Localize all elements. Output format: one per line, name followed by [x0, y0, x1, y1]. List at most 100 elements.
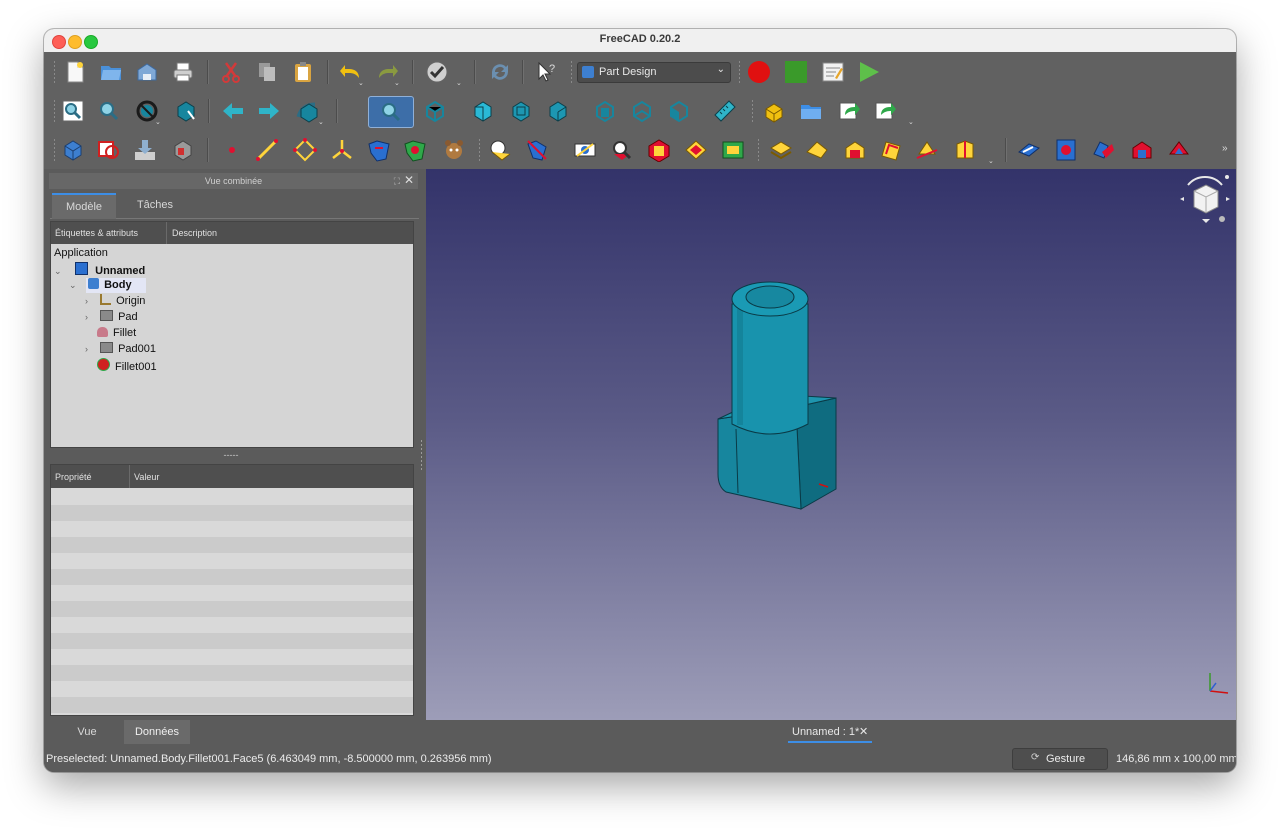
std-view-dropdown-icon[interactable]: ⌄: [318, 118, 324, 126]
datum-plane-icon[interactable]: [292, 137, 318, 163]
toolbar-grip[interactable]: [751, 99, 754, 123]
shape-binder-icon[interactable]: [170, 137, 196, 163]
top-view-icon[interactable]: [508, 98, 534, 124]
datum-point-icon[interactable]: [219, 137, 245, 163]
expand-arrow-icon[interactable]: ›: [85, 342, 97, 357]
shaft-wizard-icon[interactable]: [1166, 137, 1192, 163]
shape-string-icon[interactable]: [441, 137, 467, 163]
tab-view[interactable]: Vue: [62, 720, 112, 744]
macro-record-icon[interactable]: [746, 59, 772, 85]
recompute-check-icon[interactable]: [424, 59, 450, 85]
chamfer-tool-icon[interactable]: [804, 137, 830, 163]
open-folder-icon[interactable]: [98, 59, 124, 85]
additive-helix-icon[interactable]: [683, 137, 709, 163]
zoom-view-button[interactable]: [368, 96, 414, 128]
left-view-icon[interactable]: [666, 98, 692, 124]
refresh-icon[interactable]: [487, 59, 513, 85]
validate-sketch-icon[interactable]: [132, 137, 158, 163]
tree-item-fillet[interactable]: Fillet: [97, 326, 136, 341]
back-arrow-icon[interactable]: [220, 98, 246, 124]
navigation-cube[interactable]: [1178, 171, 1232, 227]
draw-style-dropdown-icon[interactable]: ⌄: [155, 118, 161, 126]
std-view-icon[interactable]: [294, 98, 320, 124]
undo-dropdown-icon[interactable]: ⌄: [358, 79, 364, 87]
linear-pattern-icon[interactable]: [952, 137, 978, 163]
fit-selection-icon[interactable]: [96, 98, 122, 124]
tab-data[interactable]: Données: [124, 720, 190, 746]
mirrored-icon[interactable]: [914, 137, 940, 163]
tab-tasks[interactable]: Tâches: [122, 193, 188, 217]
additive-loft-icon[interactable]: [609, 137, 635, 163]
sprocket-icon[interactable]: [1091, 137, 1117, 163]
fillet-tool-icon[interactable]: [768, 137, 794, 163]
close-panel-icon[interactable]: ✕: [404, 172, 414, 188]
forward-arrow-icon[interactable]: [256, 98, 282, 124]
redo-dropdown-icon[interactable]: ⌄: [394, 79, 400, 87]
groove-icon[interactable]: [524, 137, 550, 163]
3d-viewport[interactable]: [426, 169, 1236, 720]
macro-stop-icon[interactable]: [783, 59, 809, 85]
whats-this-icon[interactable]: ?: [534, 59, 560, 85]
link-actions-icon[interactable]: [872, 98, 898, 124]
subtractive-loft-icon[interactable]: [720, 137, 746, 163]
bounding-box-icon[interactable]: [173, 98, 199, 124]
right-view-icon[interactable]: [545, 98, 571, 124]
toolbar-grip[interactable]: [478, 138, 481, 162]
toolbar-grip[interactable]: [570, 60, 573, 84]
tree-item-fillet001[interactable]: Fillet001: [97, 358, 157, 373]
pocket-feature-icon[interactable]: [402, 137, 428, 163]
paste-icon[interactable]: [290, 59, 316, 85]
involute-gear-icon[interactable]: [1129, 137, 1155, 163]
bottom-view-icon[interactable]: [629, 98, 655, 124]
toolbar-grip[interactable]: [53, 60, 56, 84]
create-link-icon[interactable]: [836, 98, 862, 124]
float-panel-icon[interactable]: ⛶: [394, 173, 400, 189]
toolbar-grip[interactable]: [53, 138, 56, 162]
measure-distance-icon[interactable]: [712, 98, 738, 124]
recompute-dropdown-icon[interactable]: ⌄: [456, 79, 462, 87]
toolbar-grip[interactable]: [738, 60, 741, 84]
macro-execute-icon[interactable]: [856, 59, 882, 85]
vertical-splitter-handle[interactable]: [420, 439, 423, 471]
tab-model[interactable]: Modèle: [52, 193, 116, 219]
create-part-icon[interactable]: [761, 98, 787, 124]
pattern-dropdown-icon[interactable]: ⌄: [988, 157, 994, 165]
panel-splitter[interactable]: -----: [50, 449, 412, 461]
create-sketch-icon[interactable]: [96, 137, 122, 163]
new-document-icon[interactable]: [62, 59, 88, 85]
3d-model-canvas[interactable]: [426, 169, 1236, 720]
collapse-arrow-icon[interactable]: ⌄: [69, 278, 83, 293]
rear-view-icon[interactable]: [592, 98, 618, 124]
tree-item-body[interactable]: ⌄ Body: [69, 278, 146, 293]
copy-icon[interactable]: [254, 59, 280, 85]
fit-all-icon[interactable]: [60, 98, 86, 124]
cut-icon[interactable]: [218, 59, 244, 85]
isometric-view-icon[interactable]: [422, 98, 448, 124]
boolean-icon[interactable]: [1016, 137, 1042, 163]
tree-column-description[interactable]: Description: [172, 228, 217, 238]
pad-feature-icon[interactable]: [366, 137, 392, 163]
macro-edit-icon[interactable]: [820, 59, 846, 85]
tree-item-pad[interactable]: › Pad: [85, 310, 138, 325]
toolbar-grip[interactable]: [757, 138, 760, 162]
hole-icon[interactable]: [572, 137, 598, 163]
draft-tool-icon[interactable]: [842, 137, 868, 163]
tree-item-origin[interactable]: › Origin: [85, 294, 145, 309]
toolbar-overflow-icon[interactable]: »: [1222, 143, 1228, 154]
toolbar-grip[interactable]: [53, 99, 56, 123]
property-column[interactable]: Propriété: [55, 472, 92, 482]
thickness-tool-icon[interactable]: [878, 137, 904, 163]
print-icon[interactable]: [170, 59, 196, 85]
link-actions-dropdown-icon[interactable]: ⌄: [908, 118, 914, 126]
local-coordinate-system-icon[interactable]: [329, 137, 355, 163]
revolution-icon[interactable]: [487, 137, 513, 163]
tree-item-pad001[interactable]: › Pad001: [85, 342, 156, 357]
additive-pipe-icon[interactable]: [646, 137, 672, 163]
workbench-selector[interactable]: Part Design ⌄: [577, 62, 731, 83]
tree-item-unnamed[interactable]: ⌄ Unnamed: [54, 262, 145, 277]
section-icon[interactable]: [1053, 137, 1079, 163]
value-column[interactable]: Valeur: [134, 472, 159, 482]
tree-column-labels[interactable]: Étiquettes & attributs: [55, 228, 138, 238]
navigation-style-button[interactable]: ⟳ Gesture: [1012, 748, 1108, 770]
create-body-icon[interactable]: [60, 137, 86, 163]
